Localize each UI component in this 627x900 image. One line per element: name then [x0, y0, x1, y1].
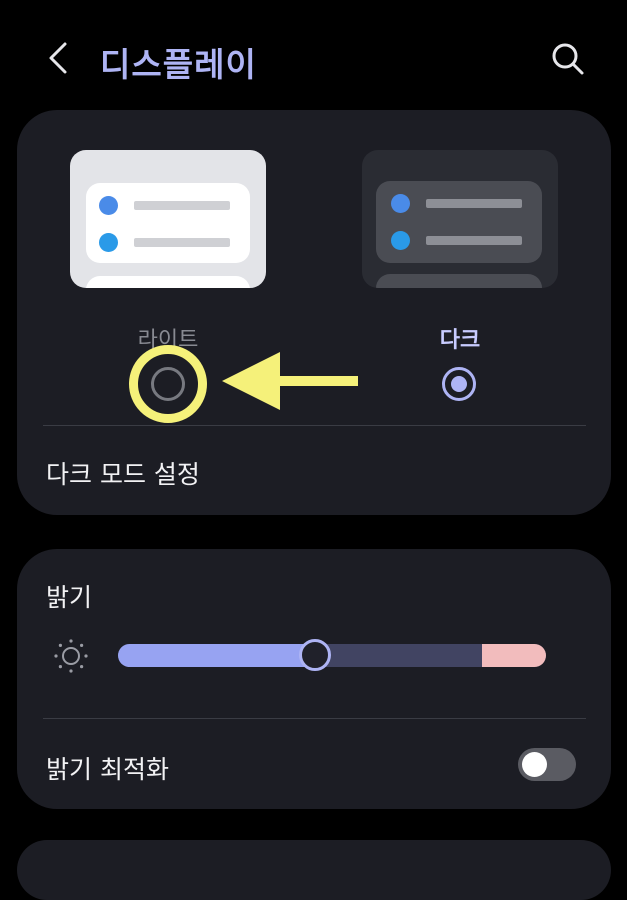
preview-line	[134, 201, 230, 210]
brightness-slider-thumb[interactable]	[299, 639, 331, 671]
divider	[43, 718, 586, 719]
page-title: 디스플레이	[100, 45, 257, 84]
preview-line	[426, 236, 522, 245]
adaptive-brightness-toggle[interactable]	[518, 748, 576, 781]
preview-dot	[99, 196, 118, 215]
dark-theme-preview[interactable]	[362, 150, 558, 288]
preview-panel	[376, 274, 542, 288]
arrow-left-icon	[222, 352, 358, 410]
brightness-label: 밝기	[46, 583, 93, 612]
preview-panel	[86, 276, 250, 288]
brightness-slider-fill	[118, 644, 315, 667]
dark-mode-settings-item[interactable]: 다크 모드 설정	[46, 455, 200, 491]
toggle-knob	[522, 752, 547, 777]
light-theme-preview[interactable]	[70, 150, 266, 288]
brightness-slider[interactable]	[118, 644, 546, 667]
preview-dot	[391, 194, 410, 213]
preview-line	[134, 238, 230, 247]
next-card	[17, 840, 611, 900]
brightness-slider-limit	[482, 644, 546, 667]
preview-dot	[99, 233, 118, 252]
search-icon[interactable]	[545, 36, 591, 82]
back-icon[interactable]	[40, 36, 80, 80]
preview-line	[426, 199, 522, 208]
sun-icon	[54, 639, 88, 673]
preview-dot	[391, 231, 410, 250]
light-theme-radio[interactable]	[151, 367, 185, 401]
adaptive-brightness-label: 밝기 최적화	[46, 755, 169, 784]
divider	[43, 425, 586, 426]
dark-theme-label: 다크	[439, 328, 481, 353]
dark-theme-radio[interactable]	[442, 367, 476, 401]
